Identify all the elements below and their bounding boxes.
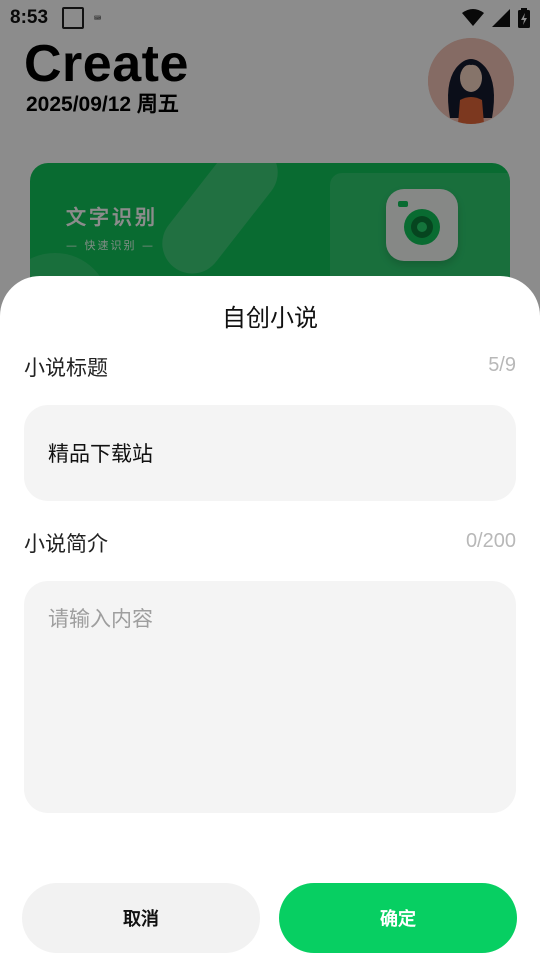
create-novel-sheet: 自创小说 小说标题 5/9 小说简介 0/200 取消 确定 — [0, 276, 540, 960]
confirm-button[interactable]: 确定 — [279, 883, 517, 953]
title-char-counter: 5/9 — [488, 354, 516, 376]
intro-char-counter: 0/200 — [465, 530, 516, 552]
title-field-label: 小说标题 — [24, 356, 108, 380]
sheet-title: 自创小说 — [222, 304, 318, 332]
screen: 8:53 ⌨ Create 2025/09/12 周五 文字识别 — 快速识别 … — [0, 0, 540, 960]
intro-field-label: 小说简介 — [24, 532, 108, 556]
novel-title-input[interactable] — [24, 405, 516, 501]
cancel-button[interactable]: 取消 — [22, 883, 260, 953]
novel-intro-textarea[interactable] — [24, 581, 516, 813]
